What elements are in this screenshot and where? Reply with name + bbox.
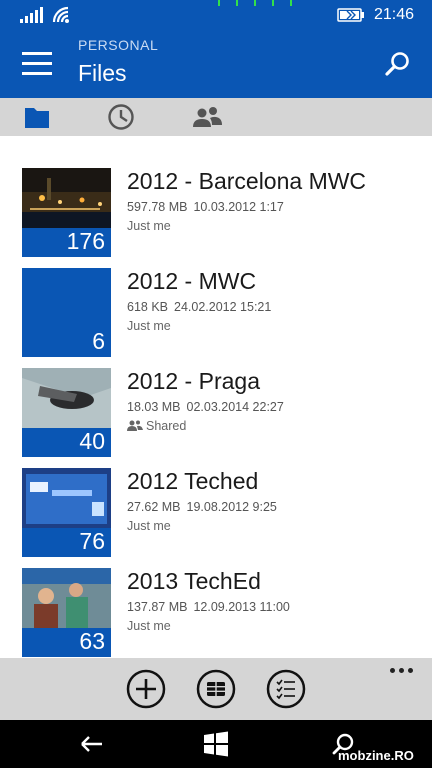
folder-item[interactable]: 176 2012 - Barcelona MWC 597.78 MB 10.03.20… xyxy=(22,168,422,258)
people-icon[interactable] xyxy=(190,102,224,132)
folder-date: 02.03.2014 22:27 xyxy=(186,400,284,414)
signal-bars-icon xyxy=(20,7,43,23)
thumbnail-photo xyxy=(22,368,111,428)
folder-owner-label: Just me xyxy=(127,619,171,633)
folder-owner-label: Shared xyxy=(146,419,187,433)
wifi-icon xyxy=(52,6,69,23)
folder-date: 10.03.2012 1:17 xyxy=(193,200,284,214)
add-icon[interactable] xyxy=(126,669,166,709)
hamburger-menu-button[interactable] xyxy=(22,50,54,76)
header-subtitle: PERSONAL xyxy=(78,37,159,53)
grid-view-icon[interactable] xyxy=(196,669,236,709)
folder-size: 597.78 MB xyxy=(127,200,188,214)
folder-title: 2012 - Praga xyxy=(127,368,260,394)
folder-date: 24.02.2012 15:21 xyxy=(174,300,272,314)
folder-meta: 18.03 MB 02.03.2014 22:27 xyxy=(127,400,284,414)
shared-people-icon xyxy=(127,420,143,431)
folder-owner-label: Just me xyxy=(127,219,171,233)
folder-size: 27.62 MB xyxy=(127,500,181,514)
folder-title: 2013 TechEd xyxy=(127,568,261,594)
folder-item[interactable]: 40 2012 - Praga 18.03 MB 02.03.2014 22:27 Sh… xyxy=(22,368,422,458)
activity-indicator xyxy=(218,0,292,6)
status-time: 21:46 xyxy=(374,6,415,23)
more-dots-icon[interactable] xyxy=(388,662,416,678)
hamburger-icon xyxy=(22,52,52,55)
folder-item-count: 76 xyxy=(79,528,105,554)
app-header: PERSONAL Files xyxy=(0,30,432,98)
view-tabs xyxy=(0,98,432,136)
thumbnail-photo xyxy=(22,468,111,528)
folder-thumbnail: 63 xyxy=(22,568,111,657)
folder-list: 176 2012 - Barcelona MWC 597.78 MB 10.03.20… xyxy=(0,160,432,660)
folder-item[interactable]: 63 2013 TechEd 137.87 MB 12.09.2013 11:00 Ju… xyxy=(22,568,422,658)
folder-thumbnail: 40 xyxy=(22,368,111,457)
thumbnail-photo xyxy=(22,568,111,628)
back-icon[interactable] xyxy=(78,730,106,758)
folder-meta: 27.62 MB 19.08.2012 9:25 xyxy=(127,500,277,514)
folder-owner: Just me xyxy=(127,619,171,633)
folder-thumbnail: 76 xyxy=(22,468,111,557)
folder-title: 2012 - MWC xyxy=(127,268,257,294)
folder-owner-label: Just me xyxy=(127,519,171,533)
folder-title: 2012 Teched xyxy=(127,468,259,494)
app-bar xyxy=(0,658,432,720)
folder-thumbnail: 6 xyxy=(22,268,111,357)
watermark: mobzine.RO xyxy=(338,748,414,763)
select-list-icon[interactable] xyxy=(266,669,306,709)
folder-thumbnail: 176 xyxy=(22,168,111,257)
folder-item-count: 40 xyxy=(79,428,105,454)
folder-size: 137.87 MB xyxy=(127,600,188,614)
folder-owner-label: Just me xyxy=(127,319,171,333)
folder-meta: 618 KB 24.02.2012 15:21 xyxy=(127,300,271,314)
folder-date: 19.08.2012 9:25 xyxy=(186,500,277,514)
folder-owner: Shared xyxy=(127,419,186,433)
folder-size: 618 KB xyxy=(127,300,169,314)
folder-owner: Just me xyxy=(127,319,171,333)
folder-meta: 137.87 MB 12.09.2013 11:00 xyxy=(127,600,290,614)
folder-item-count: 63 xyxy=(79,628,105,654)
thumbnail-photo xyxy=(22,168,111,228)
folder-item[interactable]: 6 2012 - MWC 618 KB 24.02.2012 15:21 Just me xyxy=(22,268,422,358)
battery-icon xyxy=(337,8,364,22)
folder-owner: Just me xyxy=(127,219,171,233)
folder-date: 12.09.2013 11:00 xyxy=(193,600,290,614)
folder-item-count: 6 xyxy=(92,328,105,354)
folder-meta: 597.78 MB 10.03.2012 1:17 xyxy=(127,200,284,214)
search-icon[interactable] xyxy=(384,50,412,78)
folder-item-count: 176 xyxy=(66,228,105,254)
folder-item[interactable]: 76 2012 Teched 27.62 MB 19.08.2012 9:25 Just… xyxy=(22,468,422,558)
windows-start-icon[interactable] xyxy=(202,730,230,758)
clock-icon[interactable] xyxy=(104,102,138,132)
folder-owner: Just me xyxy=(127,519,171,533)
folder-size: 18.03 MB xyxy=(127,400,181,414)
folder-title: 2012 - Barcelona MWC xyxy=(127,168,367,194)
folder-icon[interactable] xyxy=(22,102,56,132)
page-title: Files xyxy=(78,60,127,86)
status-bar: 21:46 xyxy=(0,0,432,30)
